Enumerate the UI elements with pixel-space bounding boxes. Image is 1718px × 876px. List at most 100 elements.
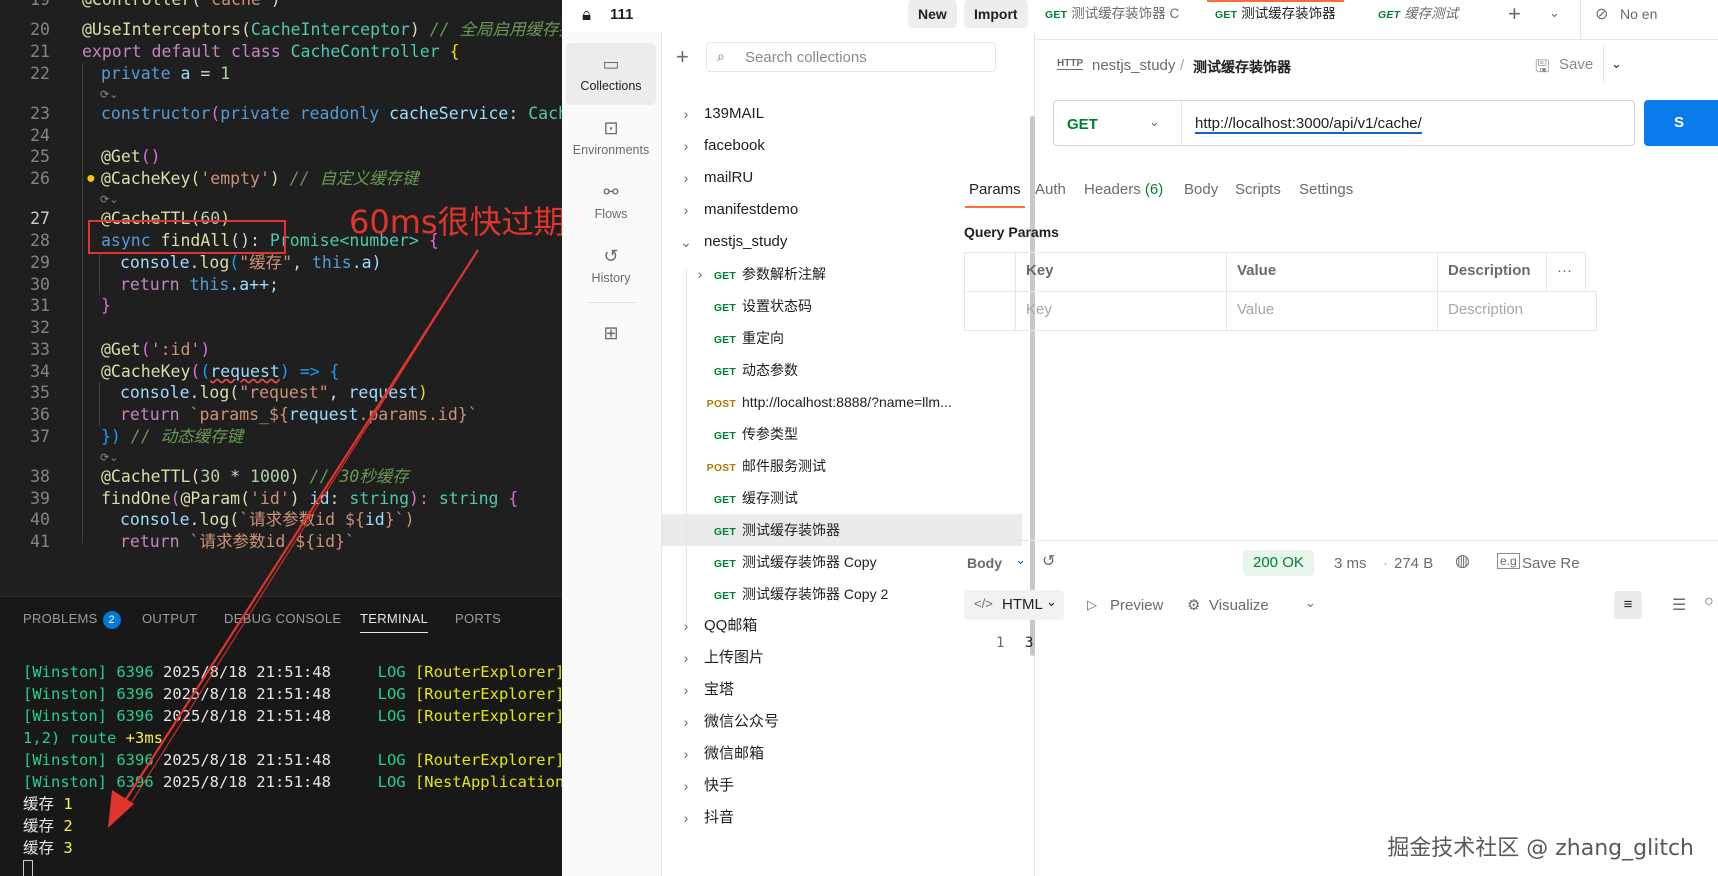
collection-item[interactable]: › facebook [662,130,1022,162]
url-input[interactable]: http://localhost:3000/api/v1/cache/ [1195,115,1422,134]
tabs-dropdown-icon[interactable]: ⌄ [1549,5,1560,21]
body-dropdown-icon[interactable]: ⌄ [1015,552,1026,568]
code-line: 24 [30,126,50,145]
tab-params[interactable]: Params [965,181,1025,208]
rail-configure[interactable]: ⊞ [566,312,656,352]
code-line: 19@Controller('cache') [0,0,562,11]
code-line: 20 @UseInterceptors(CacheInterceptor) // … [30,20,562,39]
tab-headers[interactable]: Headers (6) [1084,181,1163,198]
request-label: 测试缓存装饰器 Copy 2 [742,586,889,602]
response-time: 3 ms [1334,555,1367,572]
send-button[interactable]: S [1644,100,1718,146]
workspace-name[interactable]: 111 [610,6,633,23]
tab-output[interactable]: OUTPUT [142,611,197,626]
save-response-button[interactable]: Save Re [1522,555,1580,572]
save-dropdown-icon[interactable]: ⌄ [1611,56,1622,72]
request-label: 缓存测试 [742,490,798,506]
preview-button[interactable]: Preview [1110,597,1163,614]
column-header-description: Description [1437,252,1547,292]
collection-label: 微信邮箱 [704,745,765,762]
collection-item[interactable]: › manifestdemo [662,194,1022,226]
request-label: 传参类型 [742,426,798,442]
import-button[interactable]: Import [964,0,1028,28]
environment-selector[interactable]: No en [1620,6,1657,22]
request-item[interactable]: POST http://localhost:8888/?name=llm... [662,386,1022,418]
collection-item[interactable]: › 抖音 [662,802,1022,834]
tab-request-2[interactable]: GET 测试缓存装饰器 [1207,0,1344,40]
collection-label: 抖音 [704,809,735,826]
code-line: 29 console.log("缓存", this.a) [30,253,382,272]
workspace-bar: 🔒︎ 111 New Import [562,0,1035,32]
tab-ports[interactable]: PORTS [455,611,501,626]
rail-collections[interactable]: ▭ Collections [566,43,656,105]
codelens-icon[interactable]: ⟳⌄ [100,87,118,103]
method-dropdown-icon[interactable]: ⌄ [1149,114,1160,130]
request-item[interactable]: GET 缓存测试 [662,482,1022,514]
code-line: 26 @CacheKey('empty') // 自定义缓存键 [30,169,419,188]
rail-flows[interactable]: ⚯ Flows [566,171,656,233]
breadcrumb-collection[interactable]: nestjs_study [1092,57,1175,74]
save-icon[interactable]: 🖫︎ [1535,54,1549,83]
no-environment-icon: ⊘ [1595,6,1609,23]
collection-item[interactable]: › 139MAIL [662,98,1022,130]
new-tab-icon[interactable]: + [1508,1,1521,27]
response-body-label[interactable]: Body [967,555,1002,571]
key-input[interactable]: Key [1015,291,1227,331]
request-item[interactable]: POST 邮件服务测试 [662,450,1022,482]
codelens-icon[interactable]: ⟳⌄ [100,192,118,208]
request-item[interactable]: GET 测试缓存装饰器 [662,514,1022,546]
tab-settings[interactable]: Settings [1299,181,1353,198]
wrap-lines-icon[interactable]: ≡ [1614,591,1642,619]
divider [1603,45,1604,83]
tab-request-3[interactable]: GET 缓存测试 [1378,0,1458,40]
code-line: 32 [30,318,50,337]
collection-item[interactable]: › 快手 [662,770,1022,802]
url-bar: GET ⌄ http://localhost:3000/api/v1/cache… [1053,100,1635,146]
search-input[interactable]: ⌕ Search collections [706,42,996,72]
method-select[interactable]: GET [1067,116,1098,133]
collection-item[interactable]: › 上传图片 [662,642,1022,674]
more-options-icon[interactable]: ··· [1546,252,1586,292]
tab-body[interactable]: Body [1184,181,1218,198]
description-input[interactable]: Description [1437,291,1597,331]
value-input[interactable]: Value [1226,291,1438,331]
code-line: 30 return this.a++; [30,275,279,294]
method-badge: GET [713,302,736,314]
tab-debug-console[interactable]: DEBUG CONSOLE [224,611,341,626]
collection-item[interactable]: › 微信公众号 [662,706,1022,738]
collection-item[interactable]: › 宝塔 [662,674,1022,706]
request-item[interactable]: GET 传参类型 [662,418,1022,450]
request-item[interactable]: GET 动态参数 [662,354,1022,386]
collection-item[interactable]: › mailRU [662,162,1022,194]
tab-scripts[interactable]: Scripts [1235,181,1281,198]
globe-icon[interactable]: ◍ [1455,551,1470,571]
save-button[interactable]: Save [1559,56,1593,73]
terminal-line: 缓存 3 [23,839,73,857]
rail-environments[interactable]: ⊡ Environments [566,107,656,169]
history-icon[interactable]: ↺ [1042,551,1055,571]
tab-problems[interactable]: PROBLEMS 2 [23,611,121,629]
codelens-icon[interactable]: ⟳⌄ [100,450,118,466]
code-line: 34 @CacheKey((request) => { [30,362,340,381]
tab-request-1[interactable]: GET 测试缓存装饰器 C [1045,0,1179,40]
watermark: 掘金技术社区 @ zhang_glitch [1387,836,1694,861]
code-editor[interactable]: 19@Controller('cache') 20@UseInterceptor… [0,0,562,596]
collections-sidebar: + ⌕ Search collections › 139MAIL › facebook… [662,32,1035,876]
collection-label: 139MAIL [704,105,765,122]
chevron-down-icon[interactable]: ⌄ [1305,595,1316,611]
search-icon[interactable]: ○ [1704,593,1714,611]
rail-history[interactable]: ↺ History [566,235,656,297]
chevron-right-icon: › [683,650,689,666]
visualize-button[interactable]: Visualize [1209,597,1269,614]
format-select[interactable]: </> HTML ⌄ [964,590,1064,620]
breadcrumb-request[interactable]: 测试缓存装饰器 [1193,57,1291,77]
tree-indent-guide [686,270,687,624]
lightbulb-icon[interactable]: ● [86,170,96,188]
terminal-line: 1,2) route +3ms [23,729,163,747]
new-button[interactable]: New [908,0,957,28]
filter-icon[interactable]: ☰ [1672,595,1686,615]
tab-auth[interactable]: Auth [1035,181,1066,198]
add-collection-icon[interactable]: + [676,46,689,68]
tab-terminal[interactable]: TERMINAL [360,611,429,633]
collection-item[interactable]: › 微信邮箱 [662,738,1022,770]
